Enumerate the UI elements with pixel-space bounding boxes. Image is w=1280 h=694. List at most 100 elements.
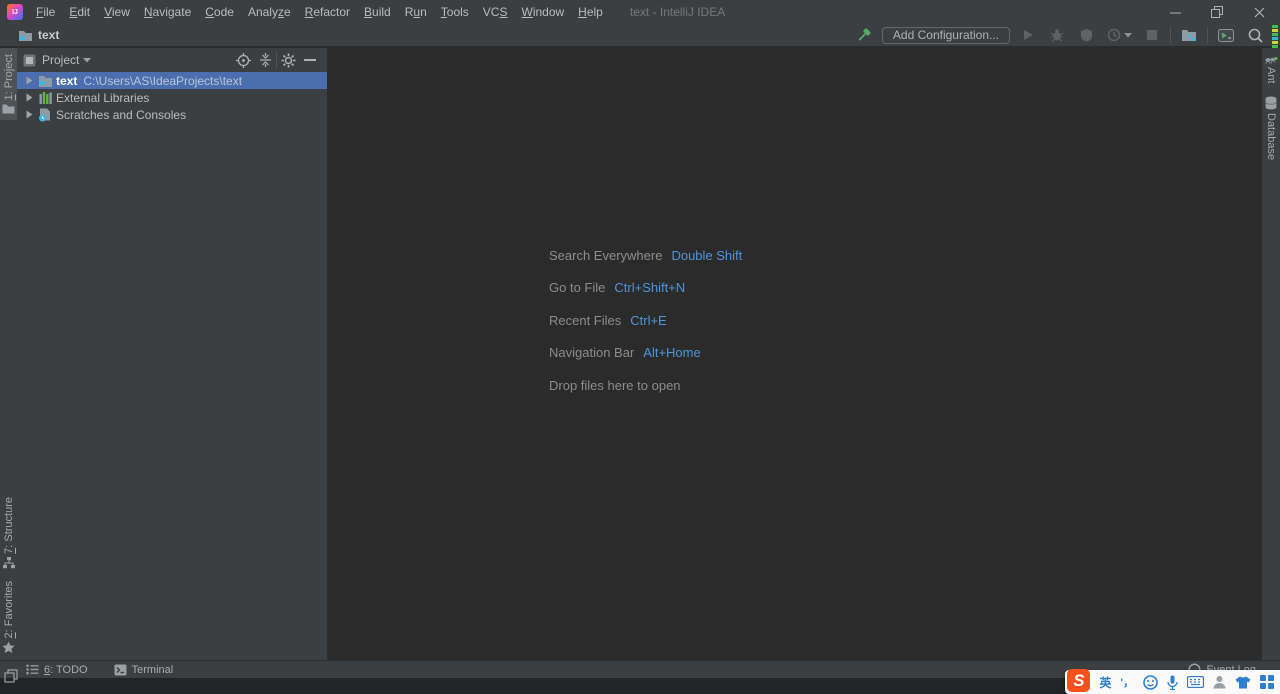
toolbar-separator	[1207, 27, 1208, 43]
tree-row-external-libraries[interactable]: External Libraries	[17, 89, 327, 106]
toolwindow-tab-ant[interactable]: Ant	[1262, 48, 1280, 90]
shortcut-hint-recent-files: Recent Files Ctrl+E	[549, 304, 742, 337]
toolwindow-tab-label: Database	[1265, 112, 1277, 160]
shortcut-hint-drop-files-here-to-open: Drop files here to open	[549, 369, 742, 402]
ime-toolbox-icon[interactable]	[1260, 675, 1274, 689]
window-title: text - IntelliJ IDEA	[629, 5, 726, 19]
minimize-button[interactable]	[1154, 0, 1196, 24]
menu-refactor[interactable]: Refactor	[298, 0, 357, 24]
add-configuration-button[interactable]: Add Configuration...	[881, 26, 1010, 44]
indicator-bar	[1272, 25, 1278, 28]
tree-node-name: Scratches and Consoles	[56, 107, 187, 122]
tree-node-name: text	[56, 73, 78, 88]
settings-gear-button[interactable]	[277, 50, 299, 70]
ime-punctuation-toggle[interactable]: '，	[1120, 674, 1134, 690]
menu-build[interactable]: Build	[357, 0, 398, 24]
tree-row-text[interactable]: text C:\Users\AS\IdeaProjects\text	[17, 72, 327, 89]
project-view-dropdown-icon[interactable]	[83, 57, 92, 63]
add-configuration-label: Add Configuration...	[892, 28, 999, 42]
structure-icon	[2, 556, 15, 569]
hide-panel-button[interactable]	[299, 50, 321, 70]
toolwindow-button-6-todo[interactable]: 6: TODO	[26, 664, 88, 676]
tree-expand-arrow-icon[interactable]	[22, 93, 36, 102]
editor-empty-area: Search Everywhere Double Shift Go to File C…	[329, 48, 1262, 660]
left-stripe-bottom-group: 7: Structure 2: Favorites	[0, 491, 17, 660]
run-anything-button[interactable]	[1215, 25, 1237, 45]
menu-navigate[interactable]: Navigate	[137, 0, 198, 24]
profiler-button[interactable]	[1104, 25, 1134, 45]
project-tab-icon	[2, 103, 15, 114]
toolwindow-tab-label: 7: Structure	[2, 496, 15, 554]
restore-button[interactable]	[1196, 0, 1238, 24]
shortcut-action: Recent Files	[549, 312, 622, 328]
menu-run[interactable]: Run	[398, 0, 434, 24]
shortcut-action: Go to File	[549, 280, 606, 296]
run-button[interactable]	[1017, 25, 1039, 45]
todo-icon	[26, 664, 39, 675]
tree-expand-arrow-icon[interactable]	[22, 76, 36, 85]
window-controls	[1154, 0, 1280, 24]
menu-tools[interactable]: Tools	[434, 0, 476, 24]
indicator-bar	[1272, 37, 1278, 40]
shortcut-hint-go-to-file: Go to File Ctrl+Shift+N	[549, 272, 742, 305]
menu-window[interactable]: Window	[514, 0, 571, 24]
windows-taskbar: S 英 '，	[0, 669, 1280, 694]
toolwindow-tab-1-project[interactable]: 1: Project	[0, 48, 17, 121]
run-coverage-button[interactable]	[1075, 25, 1097, 45]
toolwindow-tab-database[interactable]: Database	[1262, 90, 1280, 166]
menu-bar: File Edit View Navigate Code Analyze Refactor B…	[29, 0, 610, 24]
project-folder-icon	[19, 31, 32, 41]
menu-view[interactable]: View	[97, 0, 137, 24]
ime-account-icon[interactable]	[1213, 675, 1226, 689]
sogou-logo-icon[interactable]: S	[1067, 669, 1091, 692]
scratches-icon	[38, 108, 52, 122]
menu-file[interactable]: File	[29, 0, 62, 24]
shortcut-action: Search Everywhere	[549, 247, 663, 263]
search-everywhere-button[interactable]	[1244, 25, 1266, 45]
project-toolwindow-header: Project	[17, 48, 327, 72]
build-hammer-button[interactable]	[853, 25, 875, 45]
shortcut-hint-search-everywhere: Search Everywhere Double Shift	[549, 239, 742, 272]
shortcut-keys: Double Shift	[671, 247, 743, 263]
ant-icon	[1264, 54, 1278, 64]
toolwindow-bars-toggle-icon[interactable]	[4, 669, 18, 683]
menu-edit[interactable]: Edit	[62, 0, 97, 24]
tree-row-scratches-and-consoles[interactable]: Scratches and Consoles	[17, 106, 327, 123]
profiler-dropdown-arrow-icon[interactable]	[1123, 32, 1132, 38]
shortcut-hint-list: Search Everywhere Double Shift Go to File C…	[549, 239, 742, 402]
breadcrumb[interactable]: text	[18, 28, 59, 42]
ime-language-mode[interactable]: 英	[1099, 674, 1111, 691]
library-icon	[39, 91, 52, 104]
menu-vcs[interactable]: VCS	[476, 0, 515, 24]
collapse-all-button[interactable]	[254, 50, 276, 70]
ime-keyboard-icon[interactable]	[1187, 676, 1204, 688]
database-icon	[1265, 96, 1277, 110]
menu-code[interactable]: Code	[198, 0, 241, 24]
project-structure-button[interactable]	[1178, 25, 1200, 45]
toolwindow-button-terminal[interactable]: Terminal	[114, 664, 173, 676]
locate-file-button[interactable]	[232, 50, 254, 70]
project-view-title[interactable]: Project	[42, 53, 79, 67]
toolwindow-tab-7-structure[interactable]: 7: Structure	[0, 491, 17, 575]
right-toolwindow-stripe: Ant Database	[1262, 48, 1280, 660]
ime-skin-icon[interactable]	[1235, 676, 1251, 689]
title-bar: IJ File Edit View Navigate Code Analyze Refact…	[0, 0, 1280, 24]
project-tree: text C:\Users\AS\IdeaProjects\text Externa…	[17, 72, 327, 123]
menu-analyze[interactable]: Analyze	[241, 0, 298, 24]
close-button[interactable]	[1238, 0, 1280, 24]
shortcut-keys: Ctrl+Shift+N	[614, 280, 686, 296]
shortcut-keys: Ctrl+E	[630, 312, 667, 328]
stop-button[interactable]	[1141, 25, 1163, 45]
toolwindow-button-label: 6: TODO	[44, 663, 88, 676]
tree-expand-arrow-icon[interactable]	[22, 110, 36, 119]
indicator-bar	[1272, 41, 1278, 44]
debug-bug-button[interactable]	[1046, 25, 1068, 45]
bottom-bar-left-group: 6: TODO Terminal	[0, 664, 173, 676]
ime-microphone-icon[interactable]	[1167, 675, 1178, 690]
menu-help[interactable]: Help	[571, 0, 610, 24]
ime-emoji-icon[interactable]	[1143, 674, 1158, 690]
tree-node-path: C:\Users\AS\IdeaProjects\text	[83, 73, 243, 88]
shortcut-action: Drop files here to open	[549, 377, 681, 393]
toolwindow-tab-2-favorites[interactable]: 2: Favorites	[0, 575, 17, 660]
tree-node-name: External Libraries	[56, 90, 150, 105]
